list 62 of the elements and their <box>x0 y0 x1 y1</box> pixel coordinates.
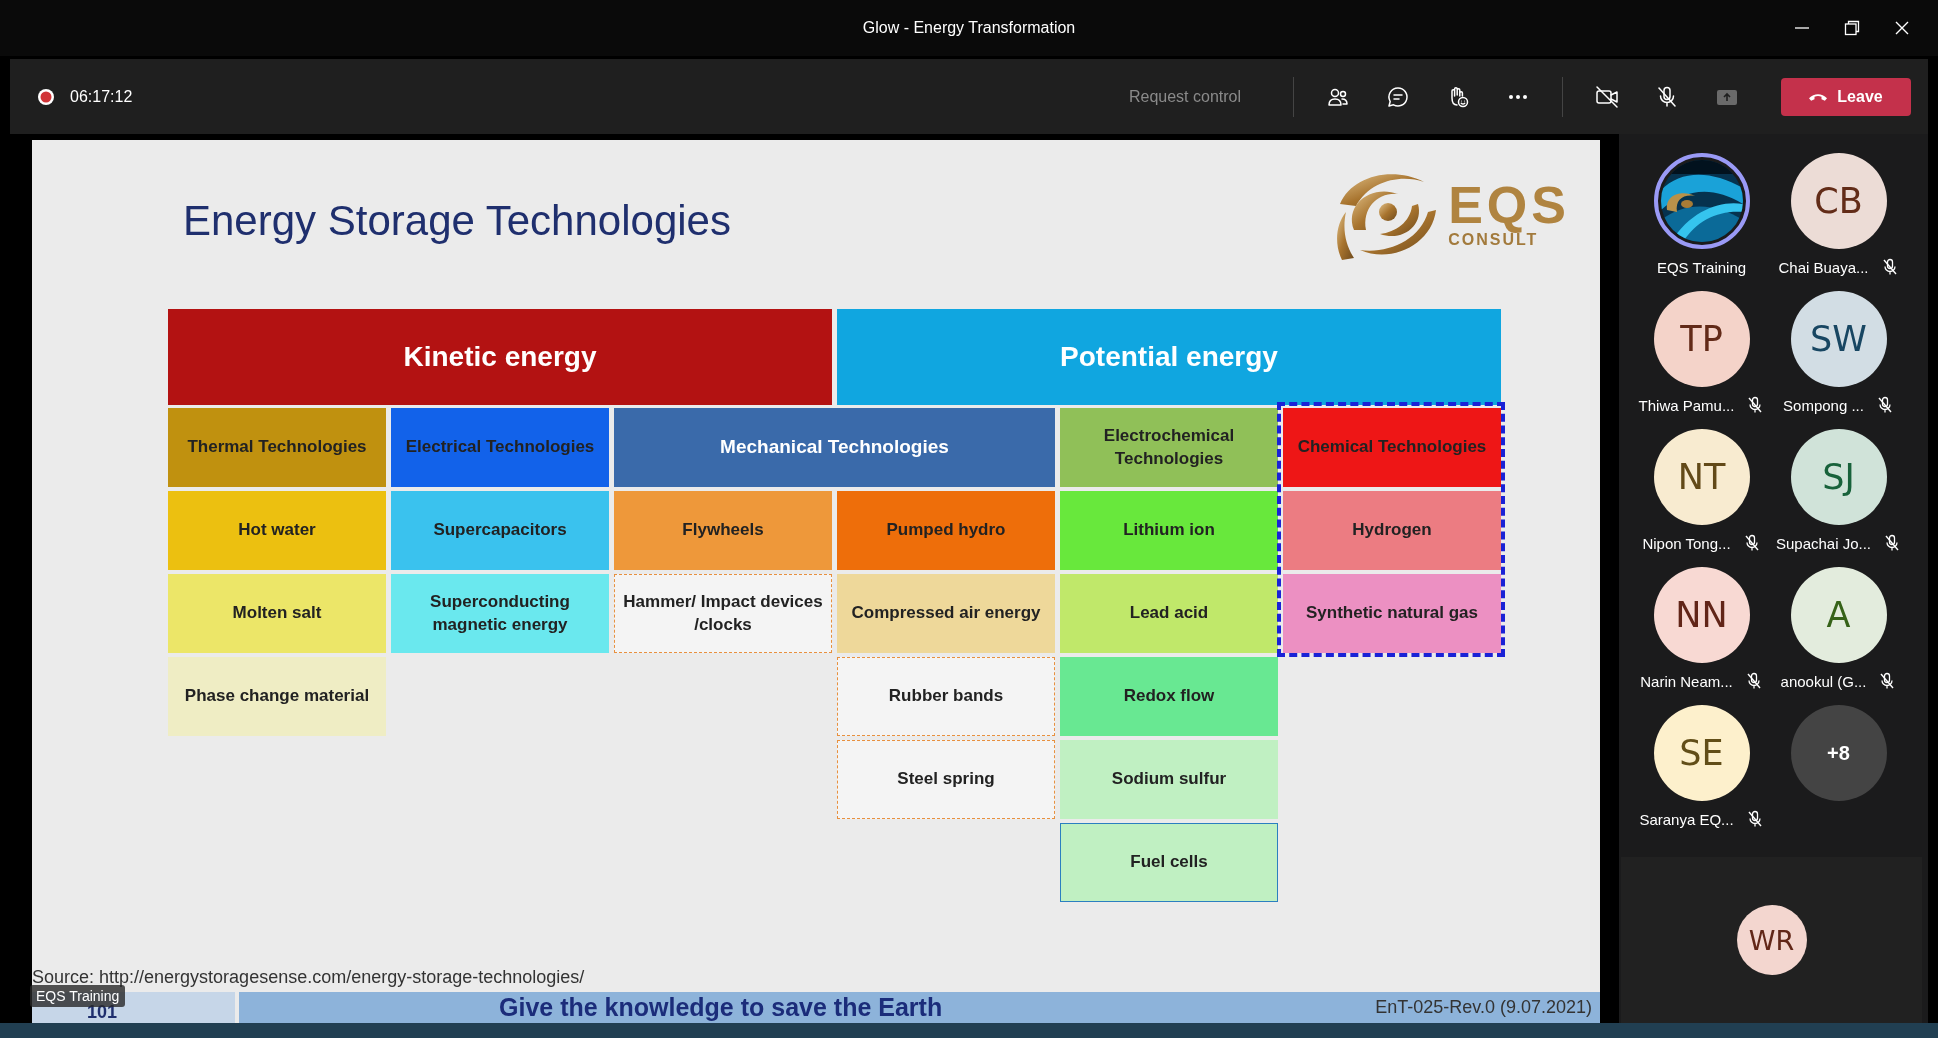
technology-cell: Hot water <box>168 491 386 570</box>
technology-header: Thermal Technologies <box>168 408 386 487</box>
technology-cell: Redox flow <box>1060 657 1278 736</box>
avatar[interactable]: SW <box>1790 291 1887 387</box>
avatar[interactable]: TP <box>1653 291 1750 387</box>
restore-icon <box>1844 20 1860 36</box>
technology-cell: Phase change material <box>168 657 386 736</box>
avatar[interactable]: CB <box>1790 153 1887 249</box>
category-header: Kinetic energy <box>168 309 832 405</box>
more-participants-button[interactable]: +8 <box>1790 705 1887 801</box>
more-icon <box>1509 94 1527 99</box>
participant-name: Nipon Tong... <box>1642 534 1731 552</box>
phone-icon <box>1809 92 1828 101</box>
technology-cell: Flywheels <box>614 491 832 570</box>
elapsed-time: 06:17:12 <box>70 87 133 106</box>
avatar[interactable]: A <box>1790 567 1887 663</box>
technology-cell: Sodium sulfur <box>1060 740 1278 819</box>
participant-name: Sompong ... <box>1783 396 1864 414</box>
participant-name: EQS Training <box>1656 258 1747 276</box>
participant-name: Supachai Jo... <box>1775 534 1872 552</box>
technology-header: Mechanical Technologies <box>614 408 1055 487</box>
avatar[interactable]: SJ <box>1790 429 1887 525</box>
participant-name: Chai Buaya... <box>1778 258 1869 276</box>
technology-header: Chemical Technologies <box>1283 408 1501 487</box>
technology-cell: Superconducting magnetic energy <box>391 574 609 653</box>
footer-motto: Give the knowledge to save the Earth <box>499 993 943 1022</box>
request-control-button[interactable]: Request control <box>1128 87 1241 106</box>
technology-cell: Supercapacitors <box>391 491 609 570</box>
presenter-name-label: EQS Training <box>30 985 126 1007</box>
source-note: Source: http://energystoragesense.com/energy-storage-technologies/ <box>32 967 586 988</box>
technology-cell: Lithium ion <box>1060 491 1278 570</box>
participant-name: Saranya EQ... <box>1639 810 1734 828</box>
technology-cell: Steel spring <box>837 740 1055 819</box>
technology-cell: Synthetic natural gas <box>1283 574 1501 653</box>
close-icon <box>1894 20 1910 36</box>
leave-button[interactable]: Leave <box>1781 77 1911 116</box>
microphone-off-icon <box>1655 84 1679 109</box>
avatar[interactable]: SE <box>1653 705 1750 801</box>
technology-cell: Molten salt <box>168 574 386 653</box>
avatar[interactable]: NN <box>1653 567 1750 663</box>
avatar: WR <box>1736 905 1807 975</box>
technology-cell: Compressed air energy <box>837 574 1055 653</box>
window-title: Glow - Energy Transformation <box>862 19 1076 37</box>
revision-note: EnT-025-Rev.0 (9.07.2021) <box>1375 997 1592 1018</box>
participant-name: Narin Neam... <box>1640 672 1733 690</box>
participant-name: anookul (G... <box>1780 672 1867 690</box>
camera-off-icon <box>1595 84 1619 109</box>
technology-cell: Rubber bands <box>837 657 1055 736</box>
technology-header: Electrical Technologies <box>391 408 609 487</box>
technology-cell: Lead acid <box>1060 574 1278 653</box>
minimize-icon <box>1794 27 1810 29</box>
category-header: Potential energy <box>837 309 1501 405</box>
avatar[interactable]: NT <box>1653 429 1750 525</box>
chat-icon <box>1386 84 1410 109</box>
technology-cell: Hammer/ Impact devices /clocks <box>614 574 832 653</box>
slide-title: Energy Storage Technologies <box>183 196 732 245</box>
technology-header: Electrochemical Technologies <box>1060 408 1278 487</box>
logo-wordmark: EQS <box>1448 179 1570 231</box>
technology-cell: Pumped hydro <box>837 491 1055 570</box>
technology-cell: Fuel cells <box>1060 823 1278 902</box>
participant-name: Thiwa Pamu... <box>1638 396 1735 414</box>
technology-cell: Hydrogen <box>1283 491 1501 570</box>
